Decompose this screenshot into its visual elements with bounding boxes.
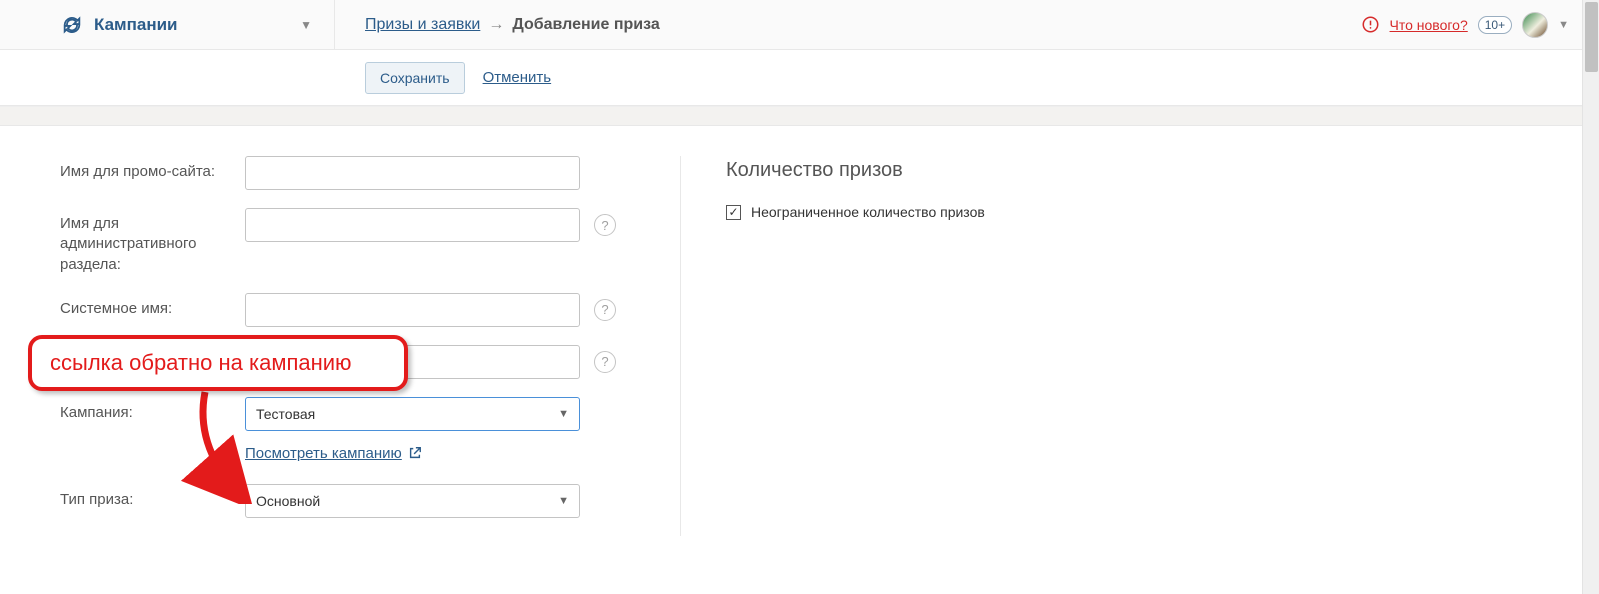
chevron-down-icon: ▼ bbox=[300, 18, 312, 32]
vertical-scrollbar[interactable] bbox=[1582, 0, 1599, 594]
annotation-callout: ссылка обратно на кампанию bbox=[28, 335, 408, 391]
campaign-select-value: Тестовая bbox=[256, 406, 315, 422]
top-bar: Кампании ▼ Призы и заявки → Добавление п… bbox=[0, 0, 1599, 50]
avatar[interactable] bbox=[1522, 12, 1548, 38]
whats-new-link[interactable]: Что нового? bbox=[1390, 17, 1468, 33]
breadcrumb-current: Добавление приза bbox=[512, 16, 659, 34]
promo-name-label: Имя для промо-сайта: bbox=[60, 156, 245, 182]
header-right: Что нового? 10+ ▼ bbox=[1362, 12, 1599, 38]
admin-name-label: Имя для административного раздела: bbox=[60, 208, 245, 275]
help-icon[interactable]: ? bbox=[594, 299, 616, 321]
chevron-down-icon[interactable]: ▼ bbox=[1558, 19, 1569, 31]
separator bbox=[0, 106, 1599, 126]
column-divider bbox=[680, 156, 681, 536]
chevron-down-icon: ▼ bbox=[558, 408, 569, 420]
system-name-label: Системное имя: bbox=[60, 293, 245, 319]
cycle-icon bbox=[60, 13, 84, 37]
view-campaign-link[interactable]: Посмотреть кампанию bbox=[245, 445, 402, 462]
scrollbar-thumb[interactable] bbox=[1585, 2, 1598, 72]
chevron-down-icon: ▼ bbox=[558, 495, 569, 507]
admin-name-input[interactable] bbox=[245, 208, 580, 242]
prize-type-select-value: Основной bbox=[256, 493, 320, 509]
annotation-text: ссылка обратно на кампанию bbox=[50, 350, 352, 376]
unlimited-label: Неограниченное количество призов bbox=[751, 204, 985, 220]
nav-title: Кампании bbox=[94, 15, 178, 35]
cancel-link[interactable]: Отменить bbox=[483, 69, 552, 86]
alert-icon bbox=[1362, 16, 1380, 34]
breadcrumb: Призы и заявки → Добавление приза bbox=[335, 0, 660, 49]
save-button[interactable]: Сохранить bbox=[365, 62, 465, 94]
help-icon[interactable]: ? bbox=[594, 214, 616, 236]
action-bar: Сохранить Отменить bbox=[0, 50, 1599, 106]
system-name-input[interactable] bbox=[245, 293, 580, 327]
breadcrumb-parent-link[interactable]: Призы и заявки bbox=[365, 16, 480, 34]
prize-type-select[interactable]: Основной ▼ bbox=[245, 484, 580, 518]
right-column: Количество призов ✓ Неограниченное колич… bbox=[726, 156, 1599, 536]
campaign-label: Кампания: bbox=[60, 397, 245, 423]
campaign-select[interactable]: Тестовая ▼ bbox=[245, 397, 580, 431]
promo-name-input[interactable] bbox=[245, 156, 580, 190]
prize-type-label: Тип приза: bbox=[60, 484, 245, 510]
nav-dropdown[interactable]: Кампании ▼ bbox=[0, 0, 335, 49]
arrow-right-icon: → bbox=[488, 16, 504, 34]
prize-count-title: Количество призов bbox=[726, 159, 1599, 182]
notification-badge[interactable]: 10+ bbox=[1478, 16, 1512, 34]
unlimited-checkbox[interactable]: ✓ bbox=[726, 205, 741, 220]
help-icon[interactable]: ? bbox=[594, 351, 616, 373]
external-link-icon bbox=[408, 446, 422, 460]
